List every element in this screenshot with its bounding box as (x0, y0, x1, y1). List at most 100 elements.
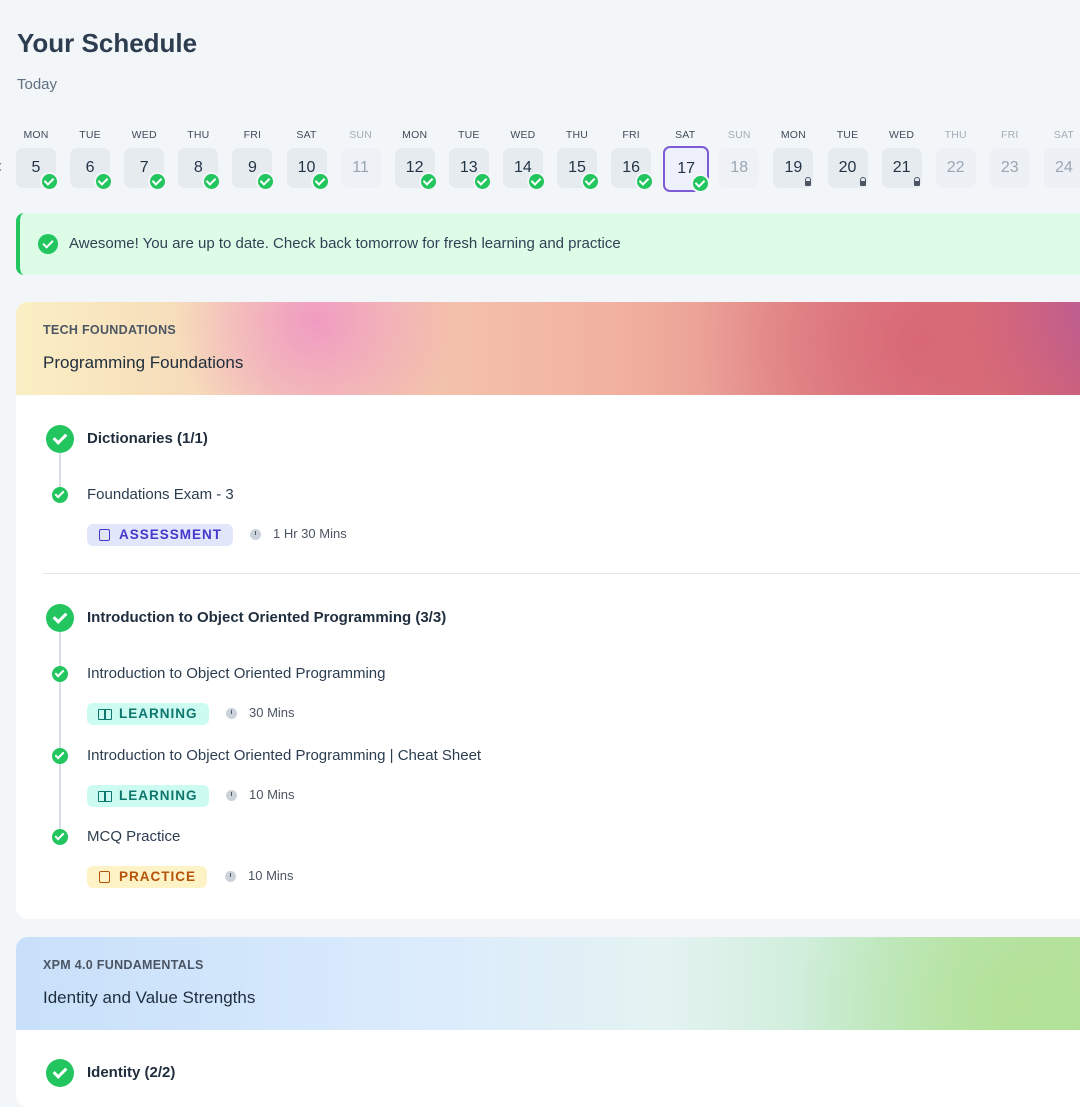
calendar-day-15[interactable]: THU 15 (555, 126, 600, 191)
date-box[interactable]: 16 (611, 148, 655, 191)
check-circle-icon (46, 425, 74, 453)
day-of-week: FRI (1001, 129, 1019, 141)
date-number: 12 (405, 159, 424, 176)
date-box[interactable]: 22 (935, 148, 976, 188)
course-header[interactable]: TECH FOUNDATIONS Programming Foundations (16, 302, 1080, 395)
calendar-day-9[interactable]: FRI 9 (230, 126, 276, 191)
date-box[interactable]: 20 (827, 148, 868, 188)
calendar-day-11[interactable]: SUN 11 (339, 126, 383, 188)
item-title: Introduction to Object Oriented Programm… (87, 665, 386, 682)
calendar-day-7[interactable]: WED 7 (122, 126, 168, 191)
date-box[interactable]: 9 (232, 148, 276, 191)
date-box[interactable]: 10 (286, 148, 330, 191)
lock-icon (859, 177, 866, 186)
calendar-day-8[interactable]: THU 8 (176, 126, 222, 191)
date-box[interactable]: 21 (881, 148, 922, 188)
item-title: MCQ Practice (87, 828, 181, 845)
date-number: 8 (193, 159, 203, 176)
date-box[interactable]: 5 (16, 148, 59, 191)
check-icon (148, 172, 168, 191)
course-category: TECH FOUNDATIONS (43, 323, 177, 337)
module-title: Dictionaries (1/1) (87, 430, 208, 447)
date-number: 9 (247, 159, 257, 176)
learning-tag: LEARNING (87, 785, 209, 807)
timeline-line (59, 632, 61, 832)
course-card-programming-foundations: TECH FOUNDATIONS Programming Foundations… (16, 302, 1080, 919)
course-category: XPM 4.0 FUNDAMENTALS (43, 958, 204, 972)
tag-label: PRACTICE (119, 869, 197, 884)
date-box[interactable]: 24 (1043, 148, 1080, 188)
calendar-day-22[interactable]: THU 22 (934, 126, 978, 188)
day-of-week: SAT (296, 129, 317, 141)
duration: 30 Mins (249, 705, 295, 720)
module-title: Introduction to Object Oriented Programm… (87, 609, 447, 626)
duration: 10 Mins (249, 787, 295, 802)
lock-icon (913, 177, 920, 186)
day-of-week: TUE (836, 129, 859, 141)
calendar-day-19[interactable]: MON 19 (771, 126, 815, 188)
calendar-day-16[interactable]: FRI 16 (609, 126, 655, 191)
date-box[interactable]: 12 (394, 148, 438, 191)
date-number: 24 (1054, 159, 1073, 176)
day-of-week: THU (565, 129, 589, 141)
day-of-week: MON (402, 129, 428, 141)
calendar-day-21[interactable]: WED 21 (880, 126, 924, 188)
course-title: Identity and Value Strengths (43, 988, 256, 1007)
check-icon (581, 172, 600, 191)
date-box[interactable]: 6 (70, 148, 114, 191)
check-icon (52, 829, 68, 845)
date-box[interactable]: 14 (502, 148, 546, 191)
day-of-week: TUE (79, 129, 101, 141)
date-box[interactable]: 19 (773, 148, 814, 188)
calendar-day-14[interactable]: WED 14 (501, 126, 546, 191)
banner-text: Awesome! You are up to date. Check back … (69, 235, 621, 252)
day-of-week: TUE (457, 129, 480, 141)
date-box[interactable]: 15 (557, 148, 600, 191)
day-of-week: WED (131, 129, 157, 141)
date-box[interactable]: 17 (663, 146, 711, 193)
date-box[interactable]: 7 (124, 148, 168, 191)
date-number: 19 (784, 159, 803, 176)
date-box[interactable]: 18 (719, 148, 760, 188)
date-number: 13 (459, 159, 478, 176)
duration: 1 Hr 30 Mins (273, 526, 347, 541)
calendar-day-13[interactable]: TUE 13 (447, 126, 492, 191)
item-title: Foundations Exam - 3 (87, 486, 234, 503)
calendar-day-23[interactable]: FRI 23 (988, 126, 1032, 188)
date-box[interactable]: 23 (989, 148, 1030, 188)
module-title: Identity (2/2) (87, 1064, 176, 1081)
page-title: Your Schedule (17, 28, 198, 58)
date-box[interactable]: 13 (448, 148, 492, 191)
date-number: 5 (31, 159, 41, 176)
date-number: 18 (730, 159, 749, 176)
calendar-day-12[interactable]: MON 12 (393, 126, 438, 191)
check-icon (472, 172, 492, 191)
check-icon (418, 172, 438, 191)
calendar-day-24[interactable]: SAT 24 (1042, 126, 1080, 188)
chevron-left-icon[interactable]: ‹ (0, 156, 2, 177)
calendar-day-18[interactable]: SUN 18 (717, 126, 761, 188)
date-box[interactable]: 11 (340, 148, 381, 188)
calendar-day-6[interactable]: TUE 6 (68, 126, 114, 191)
calendar-day-5[interactable]: MON 5 (14, 126, 59, 191)
calendar-day-10[interactable]: SAT 10 (285, 126, 330, 191)
date-strip: ‹ MON 5 TUE 6 WED 7 THU 8 FRI 9 SAT 10 SUN 11 MON 12 TUE… (0, 126, 1080, 196)
day-of-week: MON (780, 129, 806, 141)
date-number: 20 (838, 159, 857, 176)
course-header[interactable]: XPM 4.0 FUNDAMENTALS Identity and Value … (16, 937, 1080, 1030)
check-icon (202, 172, 222, 191)
calendar-day-17[interactable]: SAT 17 (663, 126, 711, 193)
calendar-day-20[interactable]: TUE 20 (826, 126, 870, 188)
clipboard-check-icon (99, 871, 110, 883)
clock-icon (226, 708, 237, 719)
course-title: Programming Foundations (43, 353, 244, 372)
date-number: 23 (1000, 159, 1019, 176)
date-number: 6 (85, 159, 95, 176)
date-box[interactable]: 8 (178, 148, 222, 191)
date-number: 21 (892, 159, 911, 176)
check-circle-icon (46, 604, 74, 632)
check-icon (310, 172, 330, 191)
day-of-week: THU (187, 129, 210, 141)
check-icon (52, 748, 68, 764)
day-of-week: WED (510, 129, 536, 141)
